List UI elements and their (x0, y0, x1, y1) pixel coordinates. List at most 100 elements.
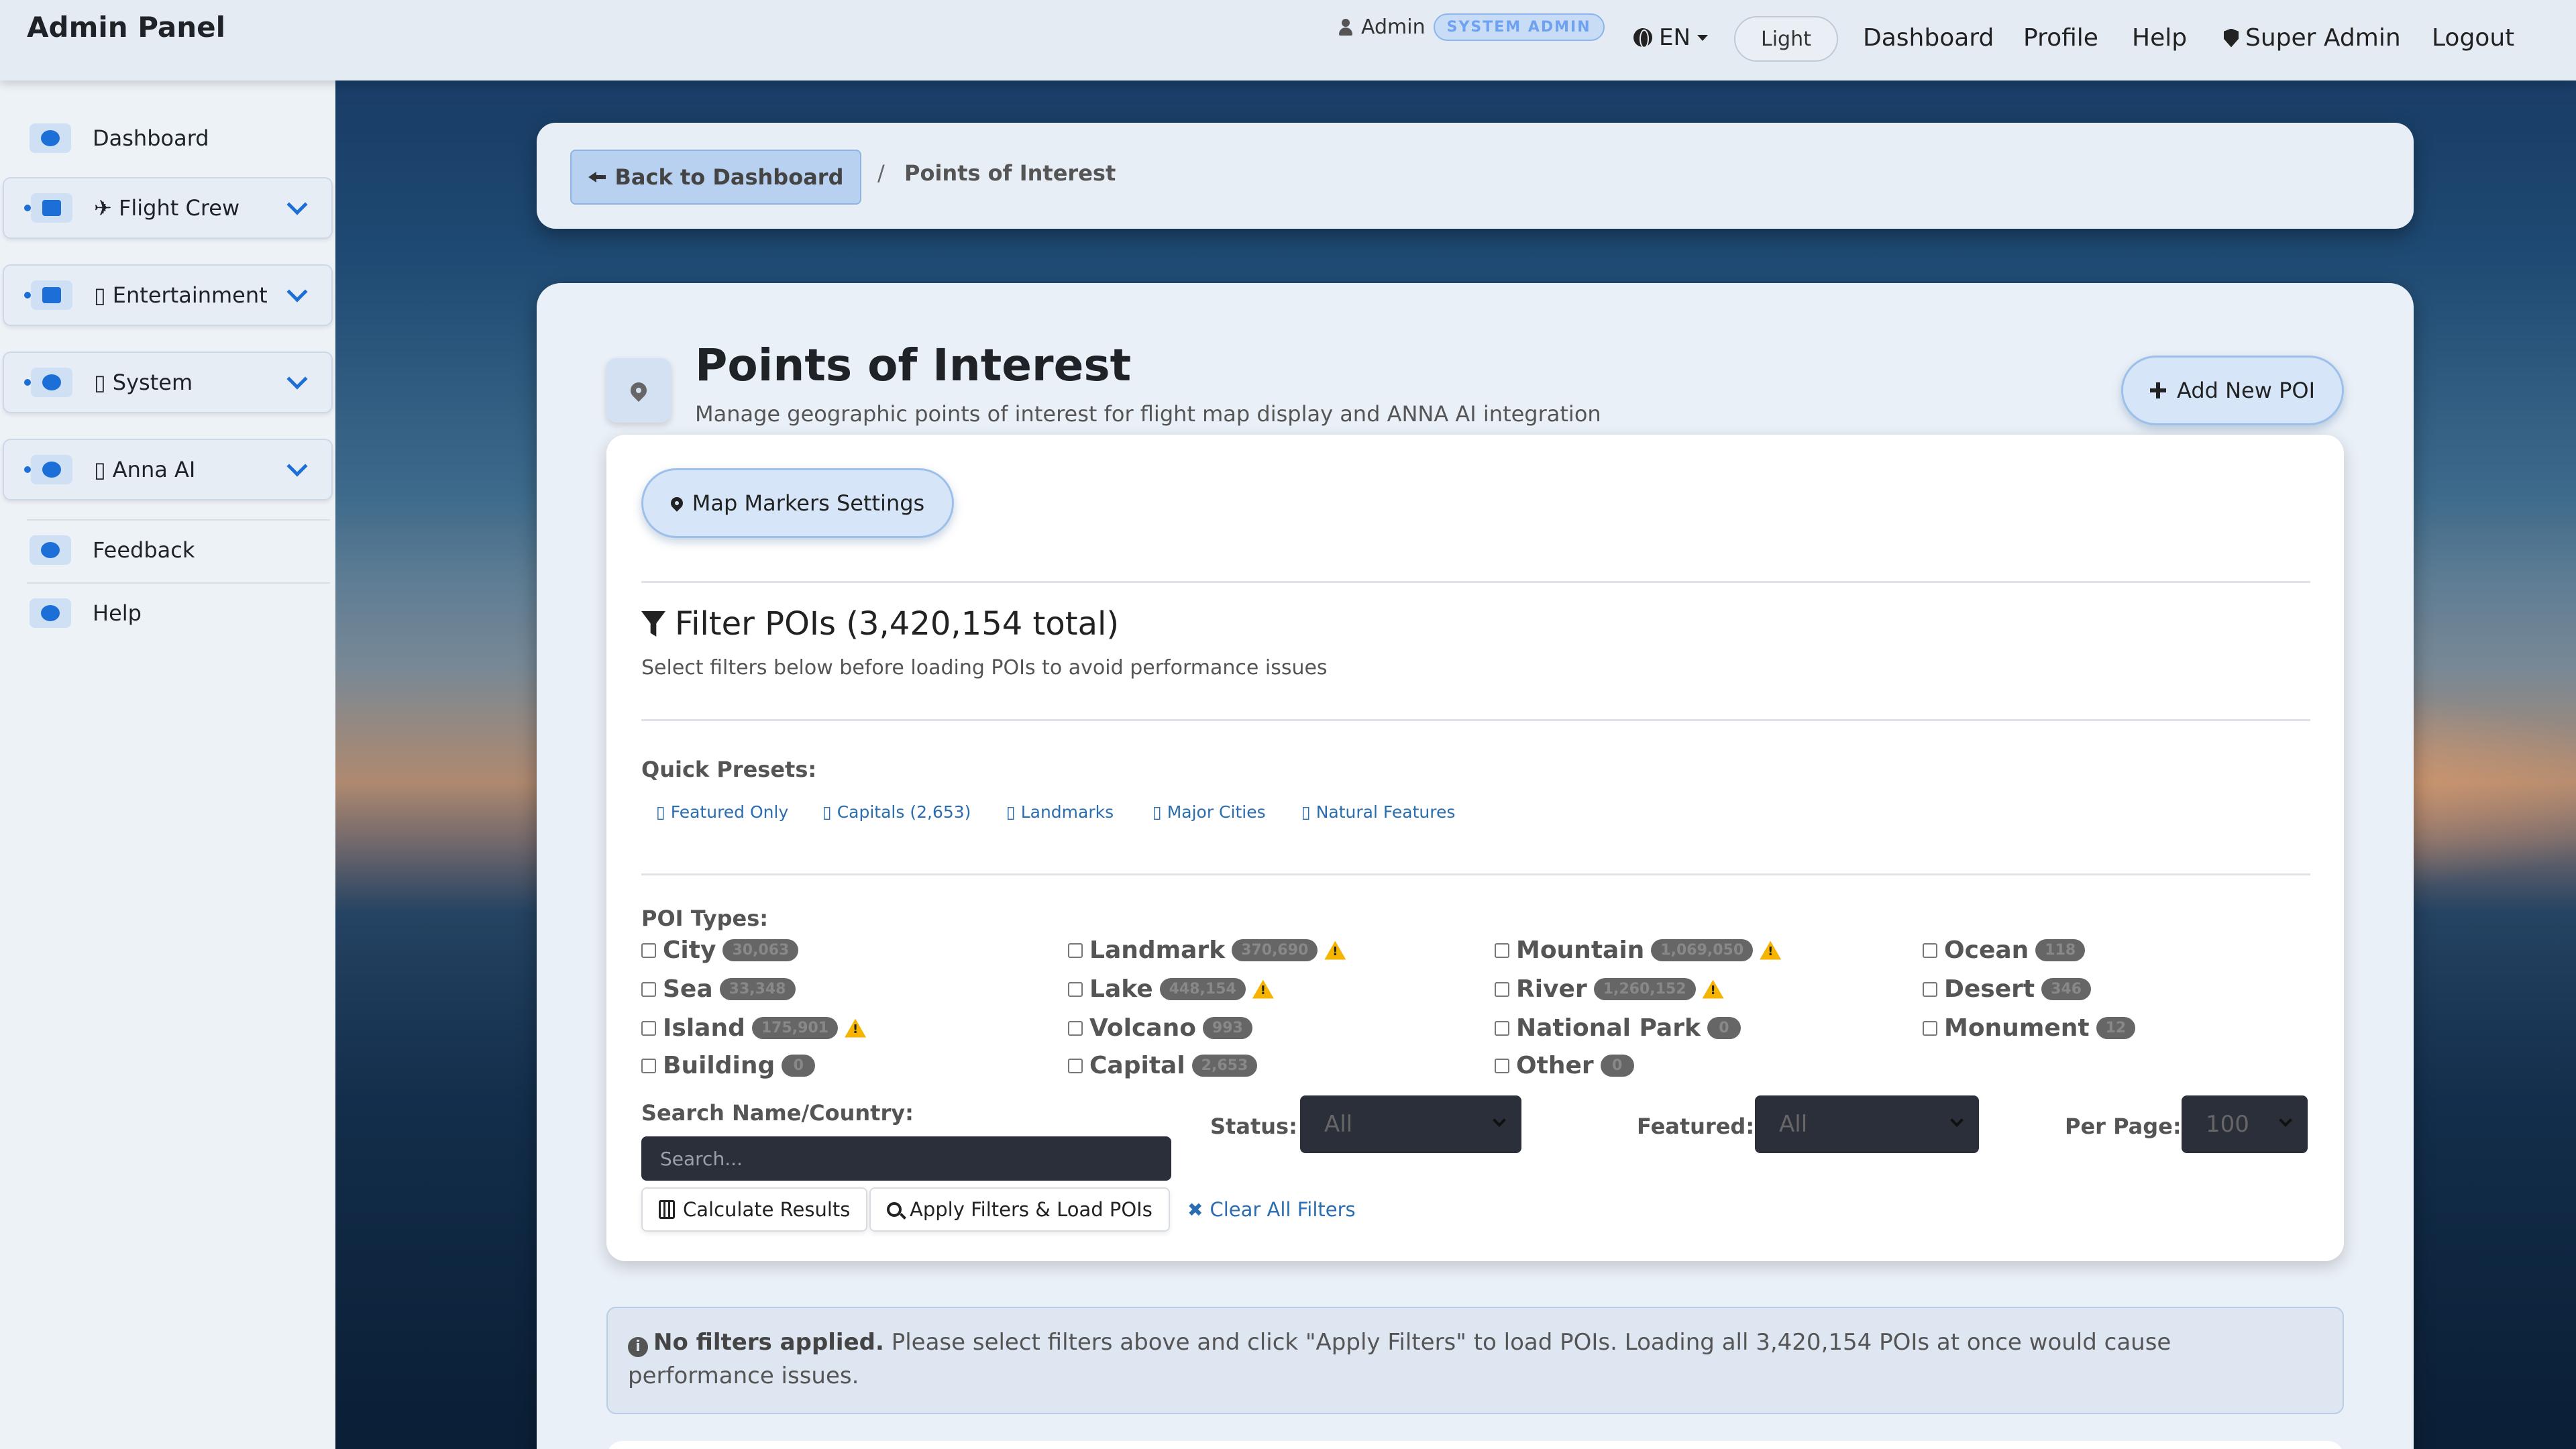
sidebar-item-label: Dashboard (93, 125, 209, 151)
poi-type-option[interactable]: Sea 33,348 (641, 975, 796, 1003)
back-to-dashboard-button[interactable]: Back to Dashboard (570, 150, 861, 205)
preset-landmarks[interactable]: ▯ Landmarks (1006, 802, 1114, 822)
poi-type-checkbox[interactable] (641, 1020, 656, 1036)
poi-type-option[interactable]: City 30,063 (641, 936, 799, 964)
poi-type-option[interactable]: Mountain 1,069,050 (1495, 936, 1782, 964)
poi-type-option[interactable]: Desert 346 (1923, 975, 2092, 1003)
globe-icon (1633, 28, 1652, 48)
preset-featured-only[interactable]: ▯ Featured Only (656, 802, 788, 822)
poi-type-checkbox[interactable] (1923, 981, 1937, 997)
per-page-select[interactable]: 100 (2182, 1095, 2308, 1153)
chevron-down-icon (286, 194, 308, 215)
warning-icon (1252, 979, 1274, 999)
preset-major-cities[interactable]: ▯ Major Cities (1152, 802, 1266, 822)
poi-type-checkbox[interactable] (1068, 981, 1083, 997)
poi-type-checkbox[interactable] (1495, 1020, 1509, 1036)
chat-icon (30, 535, 71, 565)
poi-type-option[interactable]: Building 0 (641, 1052, 816, 1079)
language-dropdown[interactable]: EN (1633, 24, 1708, 51)
theme-toggle-button[interactable]: Light (1734, 16, 1838, 62)
nav-super-admin-link[interactable]: Super Admin (2224, 24, 2401, 52)
poi-type-checkbox[interactable] (1923, 943, 1937, 958)
user-name: Admin (1361, 15, 1426, 39)
sidebar-item-help[interactable]: Help (3, 582, 333, 644)
poi-type-checkbox[interactable] (641, 943, 656, 958)
chevron-down-icon (2279, 1114, 2292, 1127)
poi-type-option[interactable]: National Park 0 (1495, 1014, 1741, 1042)
sidebar-item-label: Feedback (93, 537, 195, 563)
nav-logout-link[interactable]: Logout (2432, 24, 2514, 52)
info-icon: i (628, 1337, 648, 1357)
poi-type-checkbox[interactable] (1495, 1058, 1509, 1073)
status-label: Status: (1210, 1114, 1297, 1139)
featured-select[interactable]: All (1755, 1095, 1979, 1153)
search-label: Search Name/Country: (641, 1100, 914, 1126)
sidebar-item-dashboard[interactable]: Dashboard (3, 107, 333, 169)
poi-type-checkbox[interactable] (1068, 1058, 1083, 1073)
sidebar-item-label: Help (93, 600, 142, 626)
caret-down-icon (1697, 34, 1708, 41)
poi-type-option[interactable]: Other 0 (1495, 1052, 1634, 1079)
poi-type-option[interactable]: Landmark 370,690 (1068, 936, 1346, 964)
sidebar-item-label: ▯ Anna AI (94, 457, 196, 482)
poi-type-option[interactable]: Island 175,901 (641, 1014, 867, 1042)
add-new-poi-button[interactable]: Add New POI (2121, 356, 2344, 425)
poi-type-option[interactable]: Ocean 118 (1923, 936, 2086, 964)
sidebar-item-label: ▯ System (94, 370, 193, 395)
chevron-down-icon (1950, 1114, 1964, 1127)
warning-icon (845, 1018, 867, 1038)
sidebar-item-system[interactable]: ▯ System (3, 352, 333, 413)
poi-type-option[interactable]: Monument 12 (1923, 1014, 2136, 1042)
poi-type-checkbox[interactable] (641, 981, 656, 997)
poi-type-count-badge: 175,901 (751, 1017, 839, 1039)
poi-type-count-badge: 12 (2096, 1017, 2136, 1039)
poi-type-option[interactable]: Lake 448,154 (1068, 975, 1274, 1003)
language-label: EN (1659, 24, 1690, 51)
poi-type-checkbox[interactable] (1068, 943, 1083, 958)
poi-type-label: Ocean (1944, 936, 2029, 964)
apply-filters-button[interactable]: Apply Filters & Load POIs (869, 1187, 1170, 1232)
poi-type-count-badge: 33,348 (719, 978, 796, 1000)
sidebar-item-entertainment[interactable]: ▯ Entertainment (3, 264, 333, 326)
filter-heading: Filter POIs (3,420,154 total) (641, 605, 1119, 643)
poi-type-checkbox[interactable] (1495, 981, 1509, 997)
poi-type-checkbox[interactable] (641, 1058, 656, 1073)
chevron-down-icon (286, 455, 308, 477)
sidebar-item-anna-ai[interactable]: ▯ Anna AI (3, 439, 333, 500)
preset-natural-features[interactable]: ▯ Natural Features (1301, 802, 1455, 822)
breadcrumb-current: Points of Interest (904, 160, 1116, 186)
divider (641, 581, 2310, 583)
poi-type-option[interactable]: Capital 2,653 (1068, 1052, 1258, 1079)
role-badge: SYSTEM ADMIN (1433, 13, 1605, 41)
calculate-label: Calculate Results (683, 1198, 851, 1221)
clear-all-filters-link[interactable]: ✖ Clear All Filters (1187, 1187, 1356, 1232)
filter-note: Select filters below before loading POIs… (641, 656, 1328, 680)
poi-type-count-badge: 1,260,152 (1593, 978, 1696, 1000)
status-select[interactable]: All (1300, 1095, 1521, 1153)
nav-profile-link[interactable]: Profile (2023, 24, 2098, 52)
sidebar-item-flight-crew[interactable]: ✈ Flight Crew (3, 177, 333, 239)
nav-help-link[interactable]: Help (2132, 24, 2187, 52)
poi-type-label: Mountain (1516, 936, 1645, 964)
divider (641, 873, 2310, 875)
user-icon (1338, 18, 1353, 36)
map-markers-settings-button[interactable]: Map Markers Settings (641, 468, 954, 538)
dashboard-icon (30, 123, 71, 153)
poi-type-option[interactable]: Volcano 993 (1068, 1014, 1252, 1042)
warning-icon (1702, 979, 1724, 999)
poi-type-checkbox[interactable] (1495, 943, 1509, 958)
sidebar-item-feedback[interactable]: Feedback (3, 519, 333, 581)
apply-label: Apply Filters & Load POIs (910, 1198, 1152, 1221)
poi-type-count-badge: 30,063 (722, 939, 799, 961)
poi-type-checkbox[interactable] (1923, 1020, 1937, 1036)
preset-capitals[interactable]: ▯ Capitals (2,653) (822, 802, 971, 822)
poi-type-checkbox[interactable] (1068, 1020, 1083, 1036)
nav-dashboard-link[interactable]: Dashboard (1863, 24, 1994, 52)
calculate-results-button[interactable]: Calculate Results (641, 1187, 868, 1232)
poi-type-count-badge: 0 (782, 1055, 816, 1077)
search-input[interactable] (641, 1136, 1171, 1181)
poi-type-label: Desert (1944, 975, 2035, 1003)
super-admin-label: Super Admin (2245, 24, 2401, 52)
poi-type-option[interactable]: River 1,260,152 (1495, 975, 1724, 1003)
poi-type-label: Landmark (1089, 936, 1226, 964)
